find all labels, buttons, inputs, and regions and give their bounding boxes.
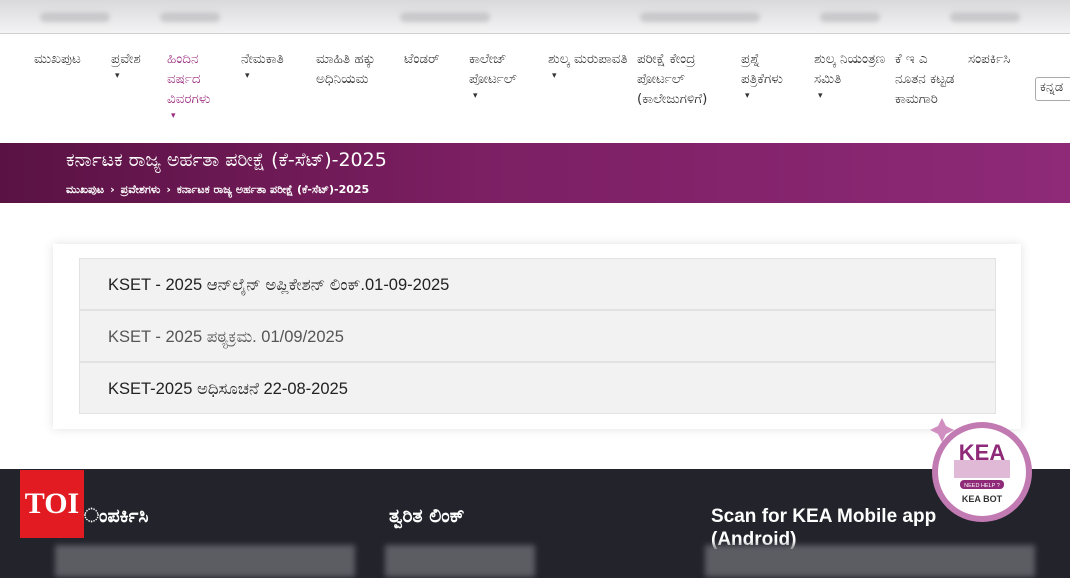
site-footer: ಂಪರ್ಕಿಸಿ ತ್ವರಿತ ಲಿಂಕ್ Scan for KEA Mobil… — [0, 469, 1070, 578]
blurred-region — [385, 545, 535, 577]
nav-item-recruitment[interactable]: ನೇಮಕಾತಿ ▾ — [241, 49, 307, 83]
breadcrumb: ಮುಖಪುಟ › ಪ್ರವೇಶಗಳು › ಕರ್ನಾಟಕ ರಾಜ್ಯ ಅರ್ಹತಾ ಪರ… — [66, 183, 369, 197]
link-online-application[interactable]: KSET - 2025 ಆನ್‌ಲೈನ್ ಅಪ್ಲಿಕೇಶನ್ ಲಿಂಕ್.01… — [79, 258, 996, 310]
language-select[interactable]: ಕನ್ನಡ — [1035, 77, 1070, 101]
breadcrumb-admissions[interactable]: ಪ್ರವೇಶಗಳು — [121, 183, 161, 196]
footer-contact-heading: ಂಪರ್ಕಿಸಿ — [84, 505, 149, 527]
nav-item-new-building[interactable]: ಕೆ ಇ ಎ ನೂತನ ಕಟ್ಟಡ ಕಾಮಗಾರಿ — [895, 49, 959, 109]
main-nav: ಮುಖಪುಟ ಪ್ರವೇಶ ▾ ಹಿಂದಿನ ವರ್ಷದ ವಿವರಗಳು ▾ ನ… — [0, 35, 1070, 143]
nav-item-home[interactable]: ಮುಖಪುಟ — [34, 49, 104, 69]
nav-item-contact[interactable]: ಸಂಪರ್ಕಿಸಿ — [968, 49, 1032, 69]
chevron-down-icon: ▾ — [115, 71, 120, 81]
nav-item-question-papers[interactable]: ಪ್ರಶ್ನೆ ಪತ್ರಿಕೆಗಳು ▾ — [741, 49, 805, 103]
chevron-down-icon: ▾ — [171, 111, 176, 121]
nav-item-fee-refund[interactable]: ಶುಲ್ಕ ಮರುಪಾವತಿ ▾ — [548, 49, 628, 83]
top-header-strip — [0, 0, 1070, 34]
nav-item-tender[interactable]: ಟೆಂಡರ್ — [404, 49, 462, 69]
nav-item-exam-centre-portal[interactable]: ಪರೀಕ್ಷೆ ಕೇಂದ್ರ ಪೋರ್ಟಲ್ (ಕಾಲೇಜುಗಳಿಗೆ) — [637, 49, 733, 109]
blurred-region — [705, 545, 1035, 577]
chevron-down-icon: ▾ — [245, 71, 250, 81]
chevron-down-icon: ▾ — [552, 71, 557, 81]
chevron-down-icon: ▾ — [473, 91, 478, 101]
chevron-right-icon: › — [166, 183, 171, 196]
chevron-down-icon: ▾ — [818, 91, 823, 101]
page-banner: ಕರ್ನಾಟಕ ರಾಜ್ಯ ಅರ್ಹತಾ ಪರೀಕ್ಷೆ (ಕೆ-ಸೆಟ್)-2… — [0, 143, 1070, 203]
kea-letters: KEA — [959, 440, 1006, 465]
nav-item-admissions[interactable]: ಪ್ರವೇಶ ▾ — [111, 49, 161, 83]
page-title: ಕರ್ನಾಟಕ ರಾಜ್ಯ ಅರ್ಹತಾ ಪರೀಕ್ಷೆ (ಕೆ-ಸೆಟ್)-2… — [66, 149, 387, 171]
kea-bot-chat-button[interactable]: KEA NEED HELP ? KEA BOT — [926, 416, 1034, 524]
chevron-right-icon: › — [110, 183, 115, 196]
link-syllabus[interactable]: KSET - 2025 ಪಠ್ಯಕ್ರಮ. 01/09/2025 — [79, 310, 996, 362]
toi-logo: TOI — [20, 470, 84, 538]
links-card: KSET - 2025 ಆನ್‌ಲೈನ್ ಅಪ್ಲಿಕೇಶನ್ ಲಿಂಕ್.01… — [53, 244, 1021, 429]
nav-item-previous-years[interactable]: ಹಿಂದಿನ ವರ್ಷದ ವಿವರಗಳು ▾ — [167, 49, 233, 123]
nav-item-college-portal[interactable]: ಕಾಲೇಜ್ ಪೋರ್ಟಲ್ ▾ — [469, 49, 541, 103]
breadcrumb-current: ಕರ್ನಾಟಕ ರಾಜ್ಯ ಅರ್ಹತಾ ಪರೀಕ್ಷೆ (ಕೆ-ಸೆಟ್)-2… — [176, 183, 370, 196]
chevron-down-icon: ▾ — [745, 91, 750, 101]
nav-item-rti[interactable]: ಮಾಹಿತಿ ಹಕ್ಕು ಅಧಿನಿಯಮ — [316, 49, 396, 89]
breadcrumb-home[interactable]: ಮುಖಪುಟ — [66, 183, 104, 196]
footer-quick-links-heading: ತ್ವರಿತ ಲಿಂಕ್ — [389, 505, 465, 527]
need-help-text: NEED HELP ? — [964, 483, 1000, 489]
kea-bot-name: KEA BOT — [962, 494, 1003, 504]
link-notification[interactable]: KSET-2025 ಅಧಿಸೂಚನೆ 22-08-2025 — [79, 362, 996, 414]
nav-item-fee-committee[interactable]: ಶುಲ್ಕ ನಿಯಂತ್ರಣ ಸಮಿತಿ ▾ — [814, 49, 886, 103]
blurred-region — [55, 545, 355, 577]
